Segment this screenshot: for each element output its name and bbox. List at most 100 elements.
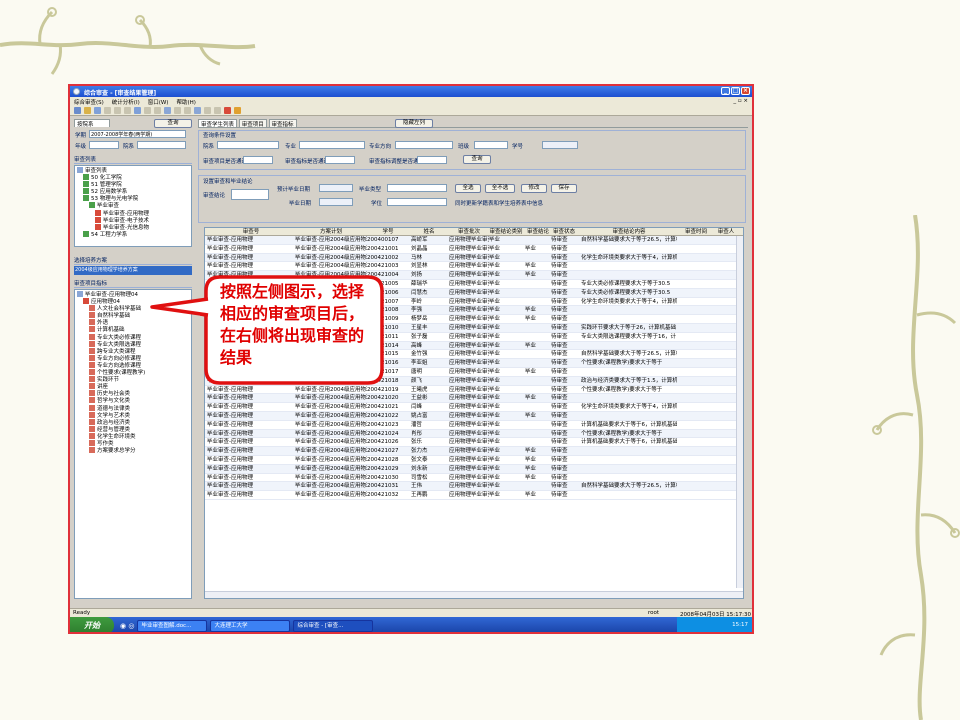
grade-field[interactable] [89,141,119,149]
task-app[interactable]: 综合审查 - [审查... [293,619,374,632]
review-item[interactable]: 个性要求(课程教学) [77,369,189,376]
table-row[interactable]: 毕业审查-应用物理 毕业审查-应用2004级应用物理学培养方案200421024 肖… [205,429,743,439]
select-all-button[interactable]: 全选 [455,184,481,193]
table-row[interactable]: 毕业审查-应用物理 毕业审查-应用2004级应用物理学培养方案200421029 刘… [205,464,743,474]
close-button[interactable]: × [741,87,750,95]
grid-horizontal-scrollbar[interactable] [205,591,743,598]
review-item[interactable]: 计算机基础 [77,326,189,333]
grid-column-header[interactable]: 审查结论类别 [489,228,523,236]
grid-column-header[interactable]: 学号 [367,228,409,236]
review-tree-item[interactable]: 50 化工学院 [77,174,189,181]
table-row[interactable]: 毕业审查-应用物理 毕业审查-应用2004级应用物理学培养方案200421021 闫… [205,403,743,412]
toolbar-find-icon[interactable] [164,107,171,114]
exp-date-field[interactable] [319,184,353,192]
review-tree-item[interactable]: 毕业审查-电子技术 [77,216,189,224]
select-none-button[interactable]: 全不选 [485,184,515,193]
toolbar-redo-icon[interactable] [154,107,161,114]
table-row[interactable]: 毕业审查-应用物理 毕业审查-应用2004级应用物理学培养方案200421030 司… [205,474,743,483]
review-item[interactable]: 实践环节 [77,376,189,383]
degree-field[interactable] [387,198,447,206]
grad-date-field[interactable] [319,198,353,206]
cond-direction-field[interactable] [395,141,453,149]
table-row[interactable]: 毕业审查-应用物理 毕业审查-应用2004级应用物理学培养方案200421001 刘… [205,245,743,254]
task-browser[interactable]: 大连理工大学 [210,619,291,632]
grid-column-header[interactable]: 审查状态 [551,228,577,236]
grid-column-header[interactable]: 审查时间 [679,228,713,236]
toolbar-cut-icon[interactable] [104,107,111,114]
review-item[interactable]: 哲学与文化类 [77,397,189,404]
review-tree-item[interactable]: 毕业审查-应用物理 [77,209,189,217]
toolbar-undo-icon[interactable] [144,107,151,114]
grid-column-header[interactable]: 审查人 [715,228,737,236]
cond-class-field[interactable] [474,141,508,149]
toolbar-save-icon[interactable] [94,107,101,114]
tab-review-items[interactable]: 审查项目 [238,119,267,128]
review-tree-item[interactable]: 53 物理与光电学院 [77,195,189,202]
toolbar-paste-icon[interactable] [124,107,131,114]
toolbar-chart-icon[interactable] [204,107,211,114]
mdi-window-controls[interactable]: _ ▫ × [733,98,748,104]
tab-review-index[interactable]: 审查指标 [268,119,297,128]
review-tree-item[interactable]: 52 应用数学系 [77,188,189,195]
review-conclusion-field[interactable] [231,189,269,200]
by-department-tab[interactable]: 按院系 [74,119,110,128]
hide-left-button[interactable]: 隐藏左列 [395,119,433,128]
toolbar-print-icon[interactable] [134,107,141,114]
toolbar-sort-icon[interactable] [174,107,181,114]
review-tree-item[interactable]: 毕业审查 [77,202,189,209]
menu-stats[interactable]: 统计分析(I) [112,98,140,106]
table-row[interactable]: 毕业审查-应用物理 毕业审查-应用2004级应用物理学培养方案200421027 张… [205,447,743,456]
toolbar-user-icon[interactable] [234,107,241,114]
menu-help[interactable]: 帮助(H) [176,98,195,106]
cond-major-field[interactable] [299,141,365,149]
plan-field[interactable]: 2004级应用物理学培养方案 [74,266,192,275]
table-row[interactable]: 毕业审查-应用物理 毕业审查-应用2004级应用物理学培养方案200421003 刘… [205,262,743,272]
grid-column-header[interactable]: 方案计划 [295,228,367,236]
quicklaunch-icon[interactable]: ◉ ◎ [120,622,134,630]
review-item[interactable]: 专业大类限选课程 [77,340,189,348]
table-row[interactable]: 毕业审查-应用物理 毕业审查-应用2004级应用物理学培养方案200421028 张… [205,456,743,465]
grid-column-header[interactable]: 审查号 [207,228,295,236]
edit-button[interactable]: 修改 [521,184,547,193]
review-item[interactable]: 道德与法律类 [77,404,189,412]
table-row[interactable]: 毕业审查-应用物理 毕业审查-应用2004级应用物理学培养方案200421002 马… [205,253,743,263]
table-row[interactable]: 毕业审查-应用物理 毕业审查-应用2004级应用物理学培养方案200421023 潘… [205,421,743,430]
table-row[interactable]: 毕业审查-应用物理 毕业审查-应用2004级应用物理学培养方案200400107 高… [205,236,743,245]
review-item[interactable]: 专业方向必修课程 [77,354,189,362]
grad-type-field[interactable] [387,184,447,192]
review-item[interactable]: 专业方向选修课程 [77,361,189,369]
item-pass-select[interactable] [243,156,273,164]
left-query-button[interactable]: 查询 [154,119,192,128]
review-item[interactable]: 写作类 [77,439,189,447]
review-item[interactable]: 讲座 [77,383,189,390]
save-button[interactable]: 保存 [551,184,577,193]
toolbar-open-icon[interactable] [84,107,91,114]
toolbar-copy-icon[interactable] [114,107,121,114]
review-item[interactable]: 跨专业大类课程 [77,347,189,355]
review-item[interactable]: 政治与经济类 [77,418,189,426]
menu-window[interactable]: 窗口(W) [148,98,169,106]
grid-column-header[interactable]: 姓名 [411,228,447,236]
grid-vertical-scrollbar[interactable] [736,236,743,588]
review-item[interactable]: 专业大类必修课程 [77,333,189,341]
review-item[interactable]: 化学生命环境类 [77,432,189,440]
index-adjust-select[interactable] [417,156,447,164]
review-tree-item[interactable]: 51 管理学院 [77,181,189,188]
review-item[interactable]: 外语 [77,319,189,326]
toolbar-grid-icon[interactable] [194,107,201,114]
review-tree-item[interactable]: 54 工程力学系 [77,230,189,238]
start-button[interactable]: 开始 [70,617,114,632]
review-tree-item[interactable]: 审查列表 [77,167,189,174]
toolbar-refresh-icon[interactable] [214,107,221,114]
review-item[interactable]: 方案要求总学分 [77,447,189,454]
toolbar-new-icon[interactable] [74,107,81,114]
review-item[interactable]: 文学与艺术类 [77,411,189,419]
cond-stuno-field[interactable] [542,141,578,149]
table-row[interactable]: 毕业审查-应用物理 毕业审查-应用2004级应用物理学培养方案200421022 姚… [205,411,743,421]
menu-review[interactable]: 综合审查(S) [74,98,104,106]
grid-column-header[interactable]: 审查结论内容 [581,228,677,236]
index-pass-select[interactable] [325,156,355,164]
review-tree-item[interactable]: 毕业审查-光信息物 [77,223,189,231]
table-row[interactable]: 毕业审查-应用物理 毕业审查-应用2004级应用物理学培养方案200421026 张… [205,438,743,448]
review-item[interactable]: 历史与社会类 [77,390,189,397]
